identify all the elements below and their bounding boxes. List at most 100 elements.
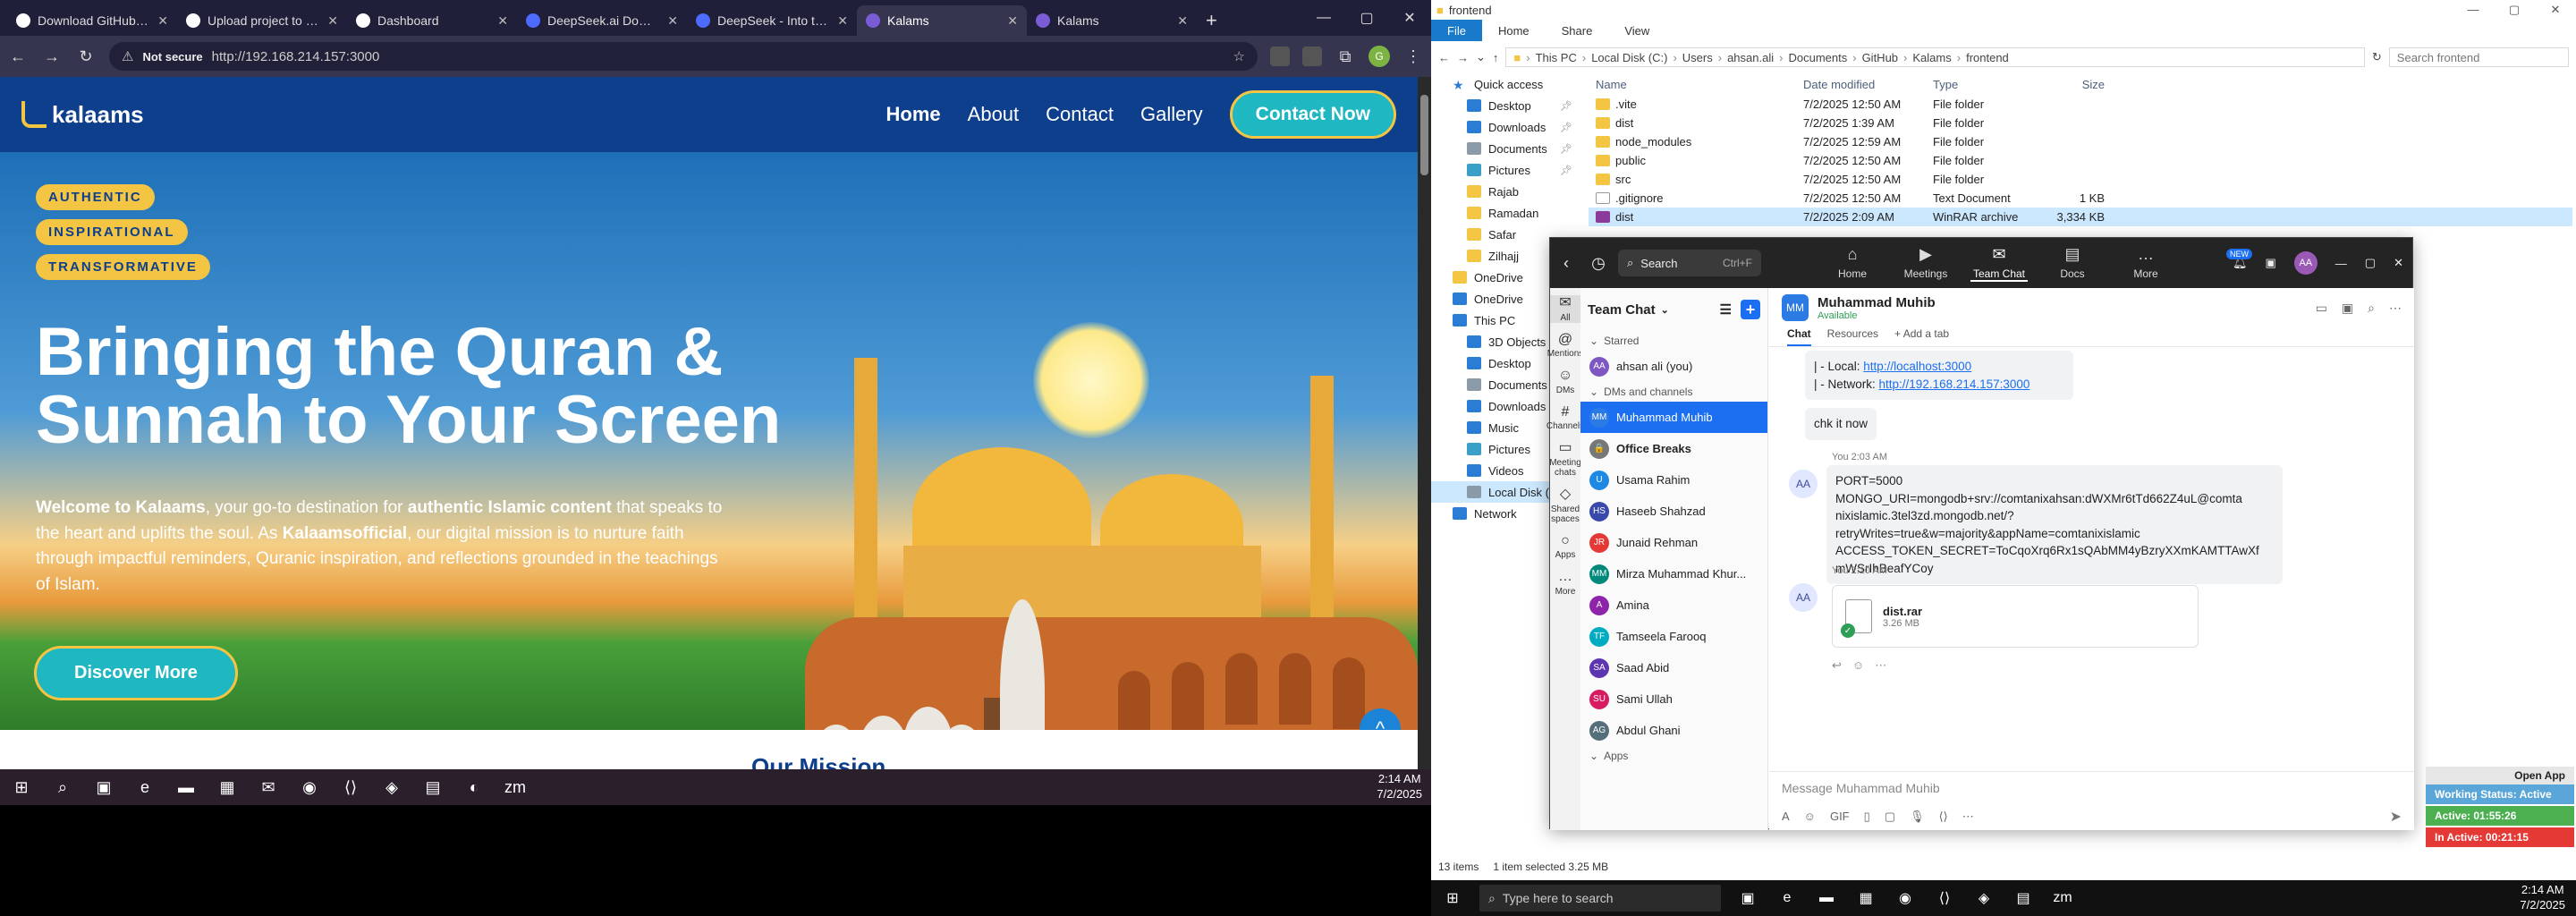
chat-list-item[interactable]: SU Sami Ullah (1580, 683, 1767, 715)
windows-start-icon[interactable]: ⊞ (7, 773, 36, 802)
more-icon[interactable]: ⋯ (2389, 301, 2402, 316)
more-icon[interactable]: ⋯ (1962, 810, 1974, 824)
breadcrumb-item[interactable]: This PC (1536, 51, 1577, 64)
zoom-nav-home[interactable]: ⌂ Home (1824, 245, 1881, 282)
site-logo[interactable]: kalaams (21, 101, 144, 129)
app-icon[interactable]: ◈ (377, 773, 406, 802)
col-date[interactable]: Date modified (1803, 78, 1933, 91)
breadcrumb-item[interactable]: Kalams (1912, 51, 1951, 64)
forward-icon[interactable]: → (41, 47, 63, 66)
url-text[interactable]: http://192.168.214.157:3000 (212, 49, 380, 64)
close-tab-icon[interactable]: ✕ (667, 13, 678, 29)
rail-item[interactable]: ▭ Meeting chats (1549, 440, 1581, 478)
chat-list-item[interactable]: A Amina (1580, 589, 1767, 621)
minimize-icon[interactable]: — (2453, 3, 2494, 17)
rail-item[interactable]: # Channels (1546, 404, 1584, 432)
browser-tab[interactable]: DeepSeek.ai Domain F ✕ (517, 5, 687, 36)
close-icon[interactable]: ✕ (2394, 256, 2403, 270)
nav-about[interactable]: About (968, 103, 1020, 126)
zoom-nav-meetings[interactable]: ▶ Meetings (1897, 245, 1954, 282)
back-icon[interactable]: ‹ (1550, 254, 1582, 273)
address-bar[interactable]: ⚠ Not secure http://192.168.214.157:3000… (109, 42, 1258, 71)
more-icon[interactable]: ⋯ (1875, 658, 1886, 673)
nav-pane-item[interactable]: Desktop 📌︎ (1431, 95, 1583, 116)
emoji-icon[interactable]: ☺ (1804, 810, 1816, 824)
emoji-icon[interactable]: ☺ (1852, 658, 1864, 673)
chat-list-item[interactable]: 🔒 Office Breaks (1580, 433, 1767, 464)
extension-icon[interactable] (1302, 47, 1322, 66)
filter-icon[interactable]: ☰ (1720, 301, 1732, 318)
zoom-nav-more[interactable]: … More (2117, 245, 2174, 282)
discover-more-button[interactable]: Discover More (34, 646, 238, 700)
ribbon-view[interactable]: View (1608, 20, 1665, 41)
search-icon[interactable]: ⌕ (2368, 301, 2375, 316)
nav-pane-item[interactable]: Rajab (1431, 181, 1583, 202)
team-chat-title[interactable]: Team Chat (1588, 302, 1656, 318)
maximize-icon[interactable]: ▢ (2494, 3, 2535, 17)
breadcrumb-item[interactable]: GitHub (1862, 51, 1898, 64)
chat-list-item[interactable]: MM Muhammad Muhib (1580, 402, 1767, 433)
message-link[interactable]: http://localhost:3000 (1863, 360, 1971, 373)
rail-item[interactable]: @ Mentions (1547, 332, 1584, 360)
bookmark-star-icon[interactable]: ☆ (1233, 48, 1245, 64)
scrollbar-thumb[interactable] (1420, 95, 1428, 175)
history-icon[interactable]: ◷ (1582, 254, 1614, 273)
video-icon[interactable]: ▭ (2316, 301, 2327, 316)
mail-icon[interactable]: ✉ (254, 773, 283, 802)
close-tab-icon[interactable]: ✕ (497, 13, 508, 29)
chat-list-item[interactable]: AG Abdul Ghani (1580, 715, 1767, 746)
nav-home[interactable]: Home (886, 103, 941, 126)
refresh-icon[interactable]: ↻ (2372, 50, 2382, 64)
edge-icon[interactable]: e (131, 773, 159, 802)
chat-list-item[interactable]: AA ahsan ali (you) (1580, 351, 1767, 382)
file-explorer-icon[interactable]: ▬ (1814, 886, 1839, 911)
close-tab-icon[interactable]: ✕ (1177, 13, 1188, 29)
col-name[interactable]: Name (1589, 78, 1803, 91)
nav-pane-item[interactable]: Documents 📌︎ (1431, 138, 1583, 159)
starred-section[interactable]: ⌄ Starred (1580, 331, 1767, 351)
maximize-icon[interactable]: ▢ (2365, 256, 2376, 270)
breadcrumb[interactable]: ■ › This PC › Local Disk (C:) › Users › ahsan.al… (1505, 47, 2365, 67)
chrome-icon[interactable]: ◉ (1893, 886, 1918, 911)
message-bubble[interactable]: PORT=5000 MONGO_URI=mongodb+srv://comtani… (1826, 465, 2283, 585)
reload-icon[interactable]: ↻ (75, 47, 97, 66)
extension-icon[interactable] (1270, 47, 1290, 66)
breadcrumb-item[interactable]: Local Disk (C:) (1591, 51, 1667, 64)
avatar[interactable]: AA (2293, 251, 2318, 275)
file-row[interactable]: .vite 7/2/2025 12:50 AM File folder (1589, 95, 2572, 114)
message-bubble[interactable]: chk it now (1805, 408, 1877, 440)
browser-tab[interactable]: Dashboard ✕ (347, 5, 517, 36)
col-type[interactable]: Type (1933, 78, 2049, 91)
menu-kebab-icon[interactable]: ⋮ (1402, 47, 1424, 66)
browser-tab[interactable]: Kalams ✕ (1027, 5, 1197, 36)
nav-gallery[interactable]: Gallery (1140, 103, 1203, 126)
layout-icon[interactable]: ▣ (2266, 256, 2276, 270)
store-icon[interactable]: ▦ (1853, 886, 1878, 911)
col-size[interactable]: Size (2049, 78, 2112, 91)
dms-channels-section[interactable]: ⌄ DMs and channels (1580, 382, 1767, 402)
chat-list-item[interactable]: HS Haseeb Shahzad (1580, 496, 1767, 527)
chevron-down-icon[interactable]: ⌄ (1476, 50, 1486, 64)
code-icon[interactable]: ⟨⟩ (1939, 810, 1948, 824)
app-icon[interactable]: ▤ (419, 773, 447, 802)
extensions-puzzle-icon[interactable]: ⧉ (1335, 47, 1356, 66)
taskbar-clock[interactable]: 2:14 AM 7/2/2025 (1377, 772, 1422, 802)
chat-list-item[interactable]: JR Junaid Rehman (1580, 527, 1767, 558)
vscode-icon[interactable]: ⟨⟩ (1932, 886, 1957, 911)
reply-icon[interactable]: ↩ (1832, 658, 1842, 673)
zoom-icon[interactable]: zm (2050, 886, 2075, 911)
back-icon[interactable]: ← (1438, 51, 1450, 64)
tab-resources[interactable]: Resources (1827, 327, 1878, 346)
app-icon[interactable]: ◐ (460, 773, 488, 802)
edge-icon[interactable]: e (1775, 886, 1800, 911)
minimize-icon[interactable]: — (1302, 0, 1345, 36)
file-row[interactable]: .gitignore 7/2/2025 12:50 AM Text Document… (1589, 189, 2572, 208)
maximize-icon[interactable]: ▢ (1345, 0, 1388, 36)
task-view-icon[interactable]: ▣ (1735, 886, 1760, 911)
gif-icon[interactable]: GIF (1830, 810, 1850, 824)
up-icon[interactable]: ↑ (1493, 51, 1499, 64)
app-icon[interactable]: ▤ (2011, 886, 2036, 911)
close-tab-icon[interactable]: ✕ (157, 13, 168, 29)
screen-share-icon[interactable]: ▣ (2342, 301, 2353, 316)
ribbon-file[interactable]: File (1431, 20, 1482, 41)
